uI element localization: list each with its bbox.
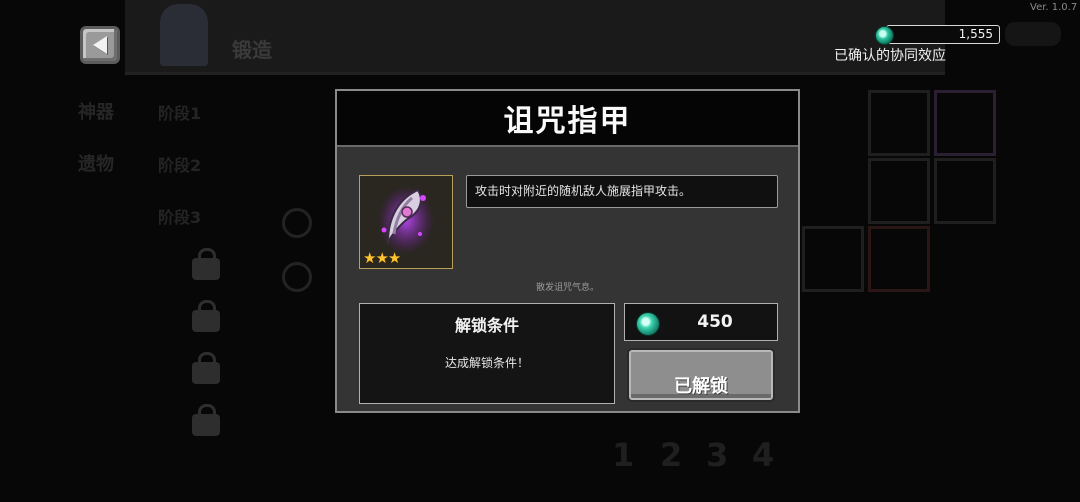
unlock-condition-panel: 解锁条件 达成解锁条件！ xyxy=(359,303,615,404)
item-slot xyxy=(868,226,930,292)
currency-amount: 1,555 xyxy=(886,25,1000,44)
green-gem-icon xyxy=(636,312,660,336)
lock-icon xyxy=(192,352,220,384)
lock-icon xyxy=(192,404,220,436)
eye-icon xyxy=(282,262,312,292)
character-portrait xyxy=(160,4,208,66)
page-number-1: 1 xyxy=(612,436,635,474)
modal-header: 诅咒指甲 xyxy=(337,91,798,147)
item-slot xyxy=(934,90,996,156)
eye-icon xyxy=(282,208,312,238)
price-value: 450 xyxy=(697,312,733,332)
back-arrow-icon xyxy=(93,36,107,54)
category-tab-2: 遗物 xyxy=(78,154,114,175)
lock-icon xyxy=(192,248,220,280)
version-label: Ver. 1.0.7 xyxy=(1030,2,1078,13)
unlock-condition-text: 达成解锁条件！ xyxy=(444,356,529,370)
item-flavor-text: 散发诅咒气息。 xyxy=(535,283,599,293)
background-header-title: 锻造 xyxy=(232,38,272,62)
back-button[interactable] xyxy=(80,26,120,64)
list-item: 阶段2 xyxy=(158,156,202,175)
synergy-label[interactable]: 已确认的协同效应 xyxy=(834,45,946,65)
list-item: 阶段1 xyxy=(158,104,202,123)
page-number-4: 4 xyxy=(752,436,775,474)
item-slot xyxy=(934,158,996,224)
rarity-stars: ★★★ xyxy=(363,249,401,267)
lock-icon xyxy=(192,300,220,332)
unlocked-button-label: 已解锁 xyxy=(674,376,728,397)
category-tab-1: 神器 xyxy=(78,102,114,123)
item-slot xyxy=(802,226,864,292)
item-slot xyxy=(868,158,930,224)
price-display: 450 xyxy=(624,303,778,341)
item-description: 攻击时对附近的随机敌人施展指甲攻击。 xyxy=(466,175,778,208)
page-number-3: 3 xyxy=(706,436,729,474)
green-gem-icon xyxy=(875,26,894,45)
unlock-condition-title: 解锁条件 xyxy=(454,316,519,335)
modal-title: 诅咒指甲 xyxy=(503,104,632,139)
list-item: 阶段3 xyxy=(158,208,202,227)
page-number-2: 2 xyxy=(660,436,683,474)
item-slot xyxy=(868,90,930,156)
currency-add-button xyxy=(1005,22,1061,46)
unlocked-button[interactable]: 已解锁 xyxy=(627,348,775,402)
item-detail-modal: 诅咒指甲 ★★★ 攻击时对附近的随机敌人施展指甲攻击。 散发诅咒气息。 解锁条件… xyxy=(335,89,800,413)
